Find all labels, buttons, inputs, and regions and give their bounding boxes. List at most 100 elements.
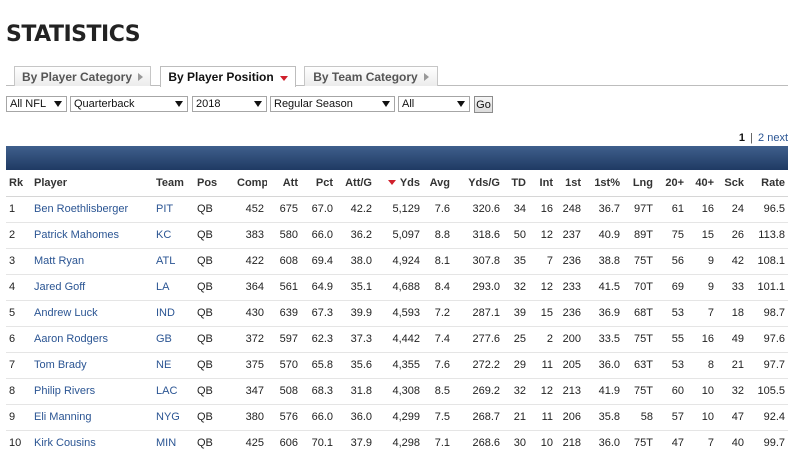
team-link[interactable]: PIT bbox=[153, 196, 194, 223]
tab-by-team-category[interactable]: By Team Category bbox=[304, 66, 438, 86]
chevron-right-icon bbox=[138, 72, 144, 81]
cell-int: 12 bbox=[529, 274, 556, 301]
cell-sck: 21 bbox=[717, 352, 747, 379]
next-page-link[interactable]: next bbox=[767, 132, 788, 144]
column-header-1st[interactable]: 1st bbox=[556, 170, 584, 197]
cell-1st-pct: 36.0 bbox=[584, 352, 623, 379]
team-link[interactable]: KC bbox=[153, 222, 194, 249]
column-header-rate[interactable]: Rate bbox=[747, 170, 788, 197]
stats-table: Rk Player Team Pos Comp Att Pct Att/G Yd… bbox=[6, 170, 788, 456]
table-row: 2 Patrick Mahomes KC QB 383 580 66.0 36.2 5,097 8… bbox=[6, 222, 788, 249]
player-link[interactable]: Ben Roethlisberger bbox=[31, 196, 153, 223]
team-link[interactable]: LAC bbox=[153, 378, 194, 405]
column-header-40-plus[interactable]: 40+ bbox=[687, 170, 717, 197]
cell-pct: 66.0 bbox=[301, 222, 336, 249]
cell-40-plus: 16 bbox=[687, 196, 717, 223]
column-header-sck[interactable]: Sck bbox=[717, 170, 747, 197]
team-link[interactable]: LA bbox=[153, 274, 194, 301]
cell-20-plus: 69 bbox=[656, 274, 687, 301]
cell-1st-pct: 40.9 bbox=[584, 222, 623, 249]
cell-rate: 97.6 bbox=[747, 326, 788, 353]
cell-20-plus: 55 bbox=[656, 326, 687, 353]
cell-att-per-game: 37.3 bbox=[336, 326, 375, 353]
cell-rate: 92.4 bbox=[747, 404, 788, 431]
cell-1st: 237 bbox=[556, 222, 584, 249]
column-header-att-per-game[interactable]: Att/G bbox=[336, 170, 375, 197]
player-link[interactable]: Philip Rivers bbox=[31, 378, 153, 405]
pagination-separator: | bbox=[750, 132, 753, 144]
cell-lng: 58 bbox=[623, 404, 656, 431]
tab-by-player-category[interactable]: By Player Category bbox=[14, 66, 151, 86]
go-button[interactable]: Go bbox=[474, 96, 493, 113]
team-link[interactable]: MIN bbox=[153, 430, 194, 456]
column-header-lng[interactable]: Lng bbox=[623, 170, 656, 197]
cell-pos: QB bbox=[194, 430, 234, 456]
cell-int: 12 bbox=[529, 378, 556, 405]
player-link[interactable]: Aaron Rodgers bbox=[31, 326, 153, 353]
column-header-yds-per-game[interactable]: Yds/G bbox=[453, 170, 503, 197]
team-link[interactable]: IND bbox=[153, 300, 194, 327]
cell-att-per-game: 35.1 bbox=[336, 274, 375, 301]
team-link[interactable]: NE bbox=[153, 352, 194, 379]
cell-yds-per-game: 277.6 bbox=[453, 326, 503, 353]
cell-rate: 99.7 bbox=[747, 430, 788, 456]
player-link[interactable]: Kirk Cousins bbox=[31, 430, 153, 456]
split-select[interactable]: All bbox=[398, 96, 470, 112]
cell-comp: 422 bbox=[234, 248, 267, 275]
season-type-select-value: Regular Season bbox=[274, 98, 353, 110]
cell-avg: 8.5 bbox=[423, 378, 453, 405]
season-type-select[interactable]: Regular Season bbox=[270, 96, 395, 112]
player-link[interactable]: Patrick Mahomes bbox=[31, 222, 153, 249]
team-link[interactable]: GB bbox=[153, 326, 194, 353]
position-select-value: Quarterback bbox=[74, 98, 135, 110]
cell-1st: 248 bbox=[556, 196, 584, 223]
cell-att-per-game: 39.9 bbox=[336, 300, 375, 327]
player-link[interactable]: Eli Manning bbox=[31, 404, 153, 431]
cell-yds-per-game: 272.2 bbox=[453, 352, 503, 379]
cell-1st: 205 bbox=[556, 352, 584, 379]
column-header-team[interactable]: Team bbox=[153, 170, 194, 197]
player-link[interactable]: Jared Goff bbox=[31, 274, 153, 301]
cell-avg: 7.6 bbox=[423, 352, 453, 379]
column-header-yds[interactable]: Yds bbox=[375, 170, 423, 197]
column-header-rk[interactable]: Rk bbox=[6, 170, 31, 197]
cell-td: 29 bbox=[503, 352, 529, 379]
column-header-td[interactable]: TD bbox=[503, 170, 529, 197]
column-header-avg[interactable]: Avg bbox=[423, 170, 453, 197]
cell-40-plus: 7 bbox=[687, 300, 717, 327]
season-select[interactable]: 2018 bbox=[192, 96, 267, 112]
cell-td: 32 bbox=[503, 274, 529, 301]
player-link[interactable]: Andrew Luck bbox=[31, 300, 153, 327]
player-link[interactable]: Matt Ryan bbox=[31, 248, 153, 275]
column-header-player[interactable]: Player bbox=[31, 170, 153, 197]
column-header-comp[interactable]: Comp bbox=[234, 170, 267, 197]
cell-1st: 233 bbox=[556, 274, 584, 301]
column-header-int[interactable]: Int bbox=[529, 170, 556, 197]
column-header-1st-pct[interactable]: 1st% bbox=[584, 170, 623, 197]
cell-int: 11 bbox=[529, 404, 556, 431]
cell-lng: 75T bbox=[623, 378, 656, 405]
cell-20-plus: 53 bbox=[656, 300, 687, 327]
tab-by-player-position[interactable]: By Player Position bbox=[160, 66, 296, 87]
league-select[interactable]: All NFL bbox=[6, 96, 67, 112]
column-header-pos[interactable]: Pos bbox=[194, 170, 234, 197]
team-link[interactable]: NYG bbox=[153, 404, 194, 431]
tab-label: By Team Category bbox=[313, 69, 418, 84]
column-header-att[interactable]: Att bbox=[267, 170, 301, 197]
table-row: 8 Philip Rivers LAC QB 347 508 68.3 31.8 4,308 8.… bbox=[6, 378, 788, 405]
cell-1st-pct: 33.5 bbox=[584, 326, 623, 353]
chevron-down-icon bbox=[175, 101, 183, 107]
cell-att: 580 bbox=[267, 222, 301, 249]
page-title: STATISTICS bbox=[6, 22, 141, 47]
column-header-20-plus[interactable]: 20+ bbox=[656, 170, 687, 197]
page-2-link[interactable]: 2 bbox=[758, 132, 764, 144]
position-select[interactable]: Quarterback bbox=[70, 96, 188, 112]
player-link[interactable]: Tom Brady bbox=[31, 352, 153, 379]
cell-td: 21 bbox=[503, 404, 529, 431]
cell-yds-per-game: 287.1 bbox=[453, 300, 503, 327]
team-link[interactable]: ATL bbox=[153, 248, 194, 275]
cell-lng: 70T bbox=[623, 274, 656, 301]
table-row: 4 Jared Goff LA QB 364 561 64.9 35.1 4,688 8.4 293… bbox=[6, 274, 788, 301]
column-header-pct[interactable]: Pct bbox=[301, 170, 336, 197]
cell-att: 608 bbox=[267, 248, 301, 275]
